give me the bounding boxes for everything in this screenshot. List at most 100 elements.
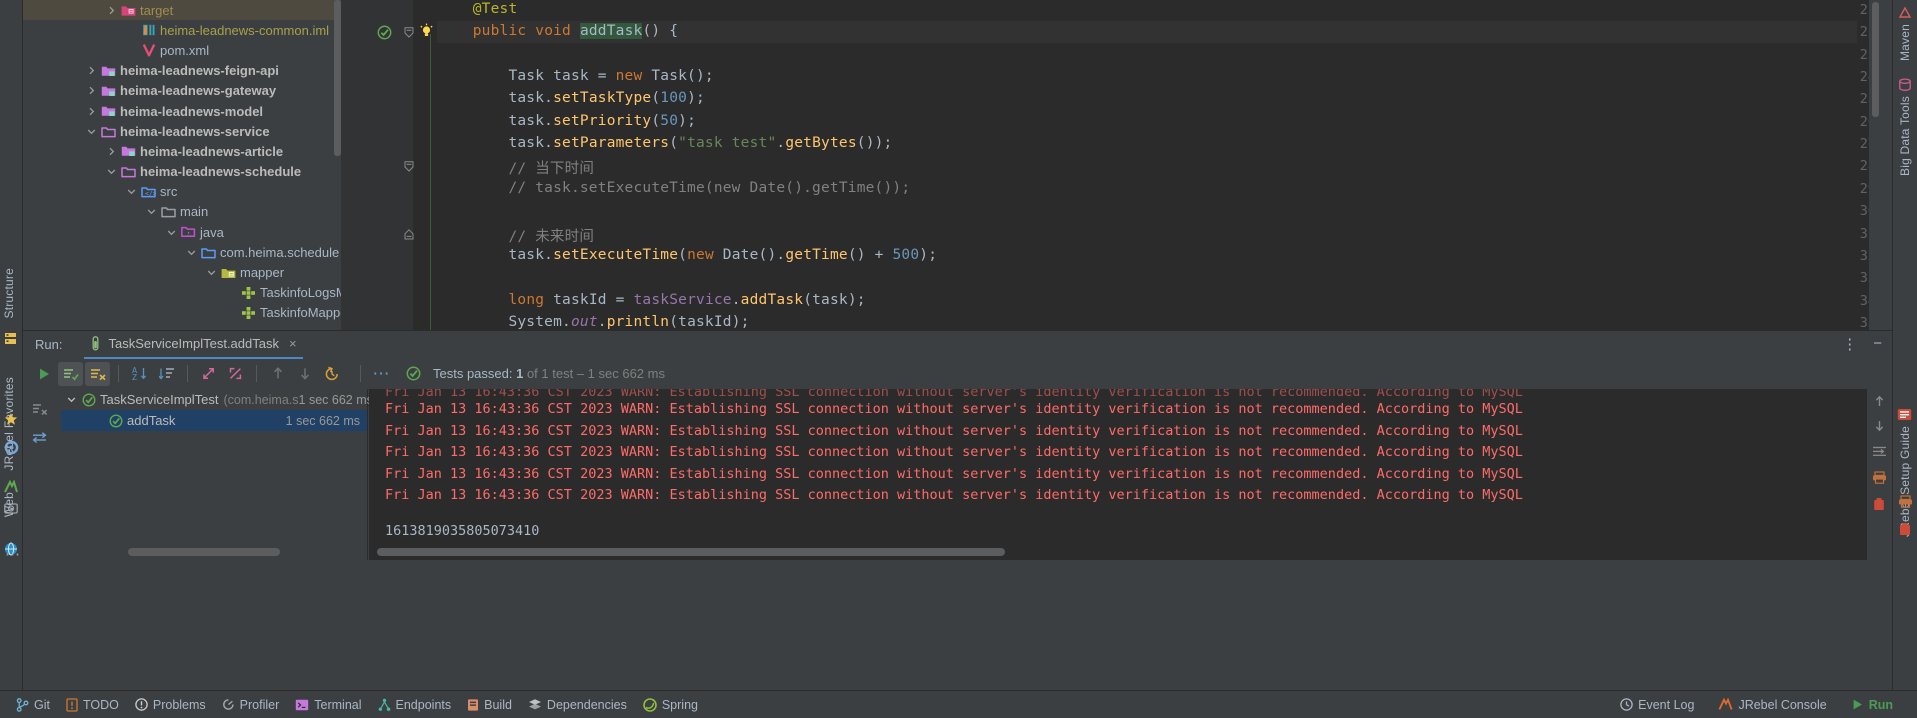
tree-item-heima-leadnews-gateway[interactable]: heima-leadnews-gateway — [23, 81, 341, 101]
code-fold-icon[interactable] — [404, 228, 414, 240]
chevron-down-icon[interactable] — [167, 228, 180, 237]
chevron-right-icon[interactable] — [87, 86, 100, 95]
more-options-button[interactable]: ⋯ — [369, 362, 394, 386]
test-tree-row[interactable]: TaskServiceImplTest (com.heima.s 1 sec 662… — [61, 389, 373, 410]
tree-item-heima-leadnews-schedule[interactable]: heima-leadnews-schedule — [23, 162, 341, 182]
scroll-down-icon[interactable] — [1873, 419, 1886, 432]
project-tree[interactable]: target heima-leadnews-common.iml pom.xml he… — [23, 0, 341, 330]
tree-item-pom-xml[interactable]: pom.xml — [23, 40, 341, 60]
more-vertical-icon[interactable]: ⋮ — [1842, 335, 1857, 353]
chevron-right-icon[interactable] — [107, 147, 120, 156]
tree-item-taskinfologsmapper[interactable]: TaskinfoLogsMapper — [23, 283, 341, 303]
run-tab[interactable]: TaskServiceImplTest.addTask × — [84, 331, 303, 359]
tree-item-heima-leadnews-article[interactable]: heima-leadnews-article — [23, 141, 341, 161]
chevron-right-icon[interactable] — [107, 6, 120, 15]
code-line[interactable]: task.setParameters("task test".getBytes(… — [437, 135, 893, 151]
show-ignored-side-icon[interactable] — [32, 402, 48, 416]
tree-item-src[interactable]: </> src — [23, 182, 341, 202]
scroll-up-icon[interactable] — [1873, 395, 1886, 408]
printer-icon[interactable] — [1898, 495, 1913, 508]
editor-scrollbar-thumb[interactable] — [1872, 2, 1879, 117]
code-line[interactable]: task.setPriority(50); — [437, 113, 696, 129]
code-line[interactable]: // 当下时间 — [437, 157, 594, 178]
chevron-down-icon[interactable] — [147, 207, 160, 216]
chevron-down-icon[interactable] — [207, 268, 220, 277]
gear-icon[interactable] — [4, 440, 19, 455]
console-hscroll-thumb[interactable] — [377, 548, 1005, 556]
chevron-down-icon[interactable] — [67, 395, 80, 404]
console-output[interactable]: Fri Jan 13 16:43:36 CST 2023 WARN: Estab… — [369, 389, 1867, 560]
prev-failed-button[interactable] — [265, 362, 290, 386]
sort-by-duration-button[interactable] — [154, 362, 179, 386]
code-line[interactable]: task.setExecuteTime(new Date().getTime()… — [437, 247, 937, 263]
expand-all-button[interactable] — [196, 362, 221, 386]
tree-item-heima-leadnews-common-iml[interactable]: heima-leadnews-common.iml — [23, 20, 341, 40]
editor-scroll-strip[interactable] — [1869, 0, 1882, 330]
console-hscroll-track[interactable] — [369, 548, 1867, 556]
code-line[interactable]: public void addTask() { — [437, 23, 678, 40]
statusbar-todo[interactable]: TODO — [66, 698, 119, 712]
trash-icon[interactable] — [1898, 522, 1912, 536]
tree-item-com-heima-schedule[interactable]: com.heima.schedule — [23, 242, 341, 262]
chevron-down-icon[interactable] — [127, 187, 140, 196]
intention-bulb-icon[interactable] — [419, 23, 434, 39]
statusbar-profiler[interactable]: Profiler — [222, 698, 279, 712]
clear-console-icon[interactable] — [1872, 497, 1886, 511]
statusbar-event-log[interactable]: Event Log — [1620, 698, 1694, 712]
test-history-button[interactable] — [319, 362, 344, 386]
code-line[interactable]: // task.setExecuteTime(new Date().getTim… — [437, 180, 910, 196]
collapse-all-button[interactable] — [223, 362, 248, 386]
tree-item-taskinfomapper[interactable]: TaskinfoMapper — [23, 303, 341, 323]
test-tree-hscroll-thumb[interactable] — [128, 548, 280, 556]
tool-bigdata[interactable]: Big Data Tools — [1898, 96, 1912, 181]
show-passed-button[interactable] — [58, 361, 83, 386]
tree-item-heima-leadnews-service[interactable]: heima-leadnews-service — [23, 121, 341, 141]
chevron-down-icon[interactable] — [87, 127, 100, 136]
project-tree-scrollbar-track[interactable] — [334, 0, 341, 330]
code-line[interactable]: task.setTaskType(100); — [437, 90, 705, 106]
statusbar-run[interactable]: Run — [1851, 698, 1893, 712]
tree-item-heima-leadnews-model[interactable]: heima-leadnews-model — [23, 101, 341, 121]
statusbar-jrebel-console[interactable]: JRebel Console — [1718, 698, 1827, 712]
statusbar-terminal[interactable]: Terminal — [295, 698, 362, 712]
tree-item-main[interactable]: main — [23, 202, 341, 222]
code-fold-icon[interactable] — [404, 27, 414, 39]
tree-item-heima-leadnews-feign-api[interactable]: heima-leadnews-feign-api — [23, 61, 341, 81]
statusbar-problems[interactable]: Problems — [135, 698, 206, 712]
test-tree-row[interactable]: addTask 1 sec 662 ms — [61, 410, 367, 431]
tree-item-java[interactable]: java — [23, 222, 341, 242]
test-results-tree[interactable]: TaskServiceImplTest (com.heima.s 1 sec 662… — [61, 389, 373, 560]
test-tree-hscroll-track[interactable] — [61, 548, 368, 556]
chevron-right-icon[interactable] — [87, 66, 100, 75]
print-console-icon[interactable] — [1872, 471, 1887, 484]
tool-structure[interactable]: Structure — [2, 268, 16, 324]
statusbar-spring[interactable]: Spring — [643, 698, 698, 712]
statusbar-git[interactable]: Git — [16, 698, 50, 712]
show-ignored-button[interactable] — [85, 361, 110, 386]
run-test-gutter-icon[interactable] — [377, 25, 392, 40]
project-tree-scrollbar-thumb[interactable] — [334, 0, 341, 156]
tree-item-target[interactable]: target — [23, 0, 341, 21]
editor-gutter[interactable] — [341, 0, 413, 330]
tree-item-mapper[interactable]: mapper — [23, 262, 341, 282]
chevron-down-icon[interactable] — [107, 167, 120, 176]
chevron-down-icon[interactable] — [187, 248, 200, 257]
code-editor[interactable]: 21 @Test 22 public void addTask() {23 24 T… — [341, 0, 1882, 330]
code-line[interactable]: long taskId = taskService.addTask(task); — [437, 292, 866, 308]
code-line[interactable]: System.out.println(taskId); — [437, 314, 750, 330]
statusbar-dependencies[interactable]: Dependencies — [528, 698, 627, 712]
soft-wrap-icon[interactable] — [1872, 445, 1887, 458]
tool-maven[interactable]: Maven — [1898, 24, 1912, 66]
chevron-right-icon[interactable] — [87, 107, 100, 116]
rerun-button[interactable] — [31, 362, 56, 386]
code-line[interactable]: Task task = new Task(); — [437, 68, 714, 84]
statusbar-build[interactable]: Build — [467, 698, 512, 712]
next-failed-button[interactable] — [292, 362, 317, 386]
toggle-autoscroll-icon[interactable] — [32, 431, 47, 444]
close-icon[interactable]: × — [289, 336, 297, 351]
statusbar-endpoints[interactable]: Endpoints — [378, 698, 451, 712]
minimize-icon[interactable]: − — [1873, 336, 1882, 351]
code-line[interactable]: // 未来时间 — [437, 225, 594, 246]
tool-web[interactable]: Web — [2, 492, 16, 522]
code-line[interactable]: @Test — [437, 1, 517, 17]
